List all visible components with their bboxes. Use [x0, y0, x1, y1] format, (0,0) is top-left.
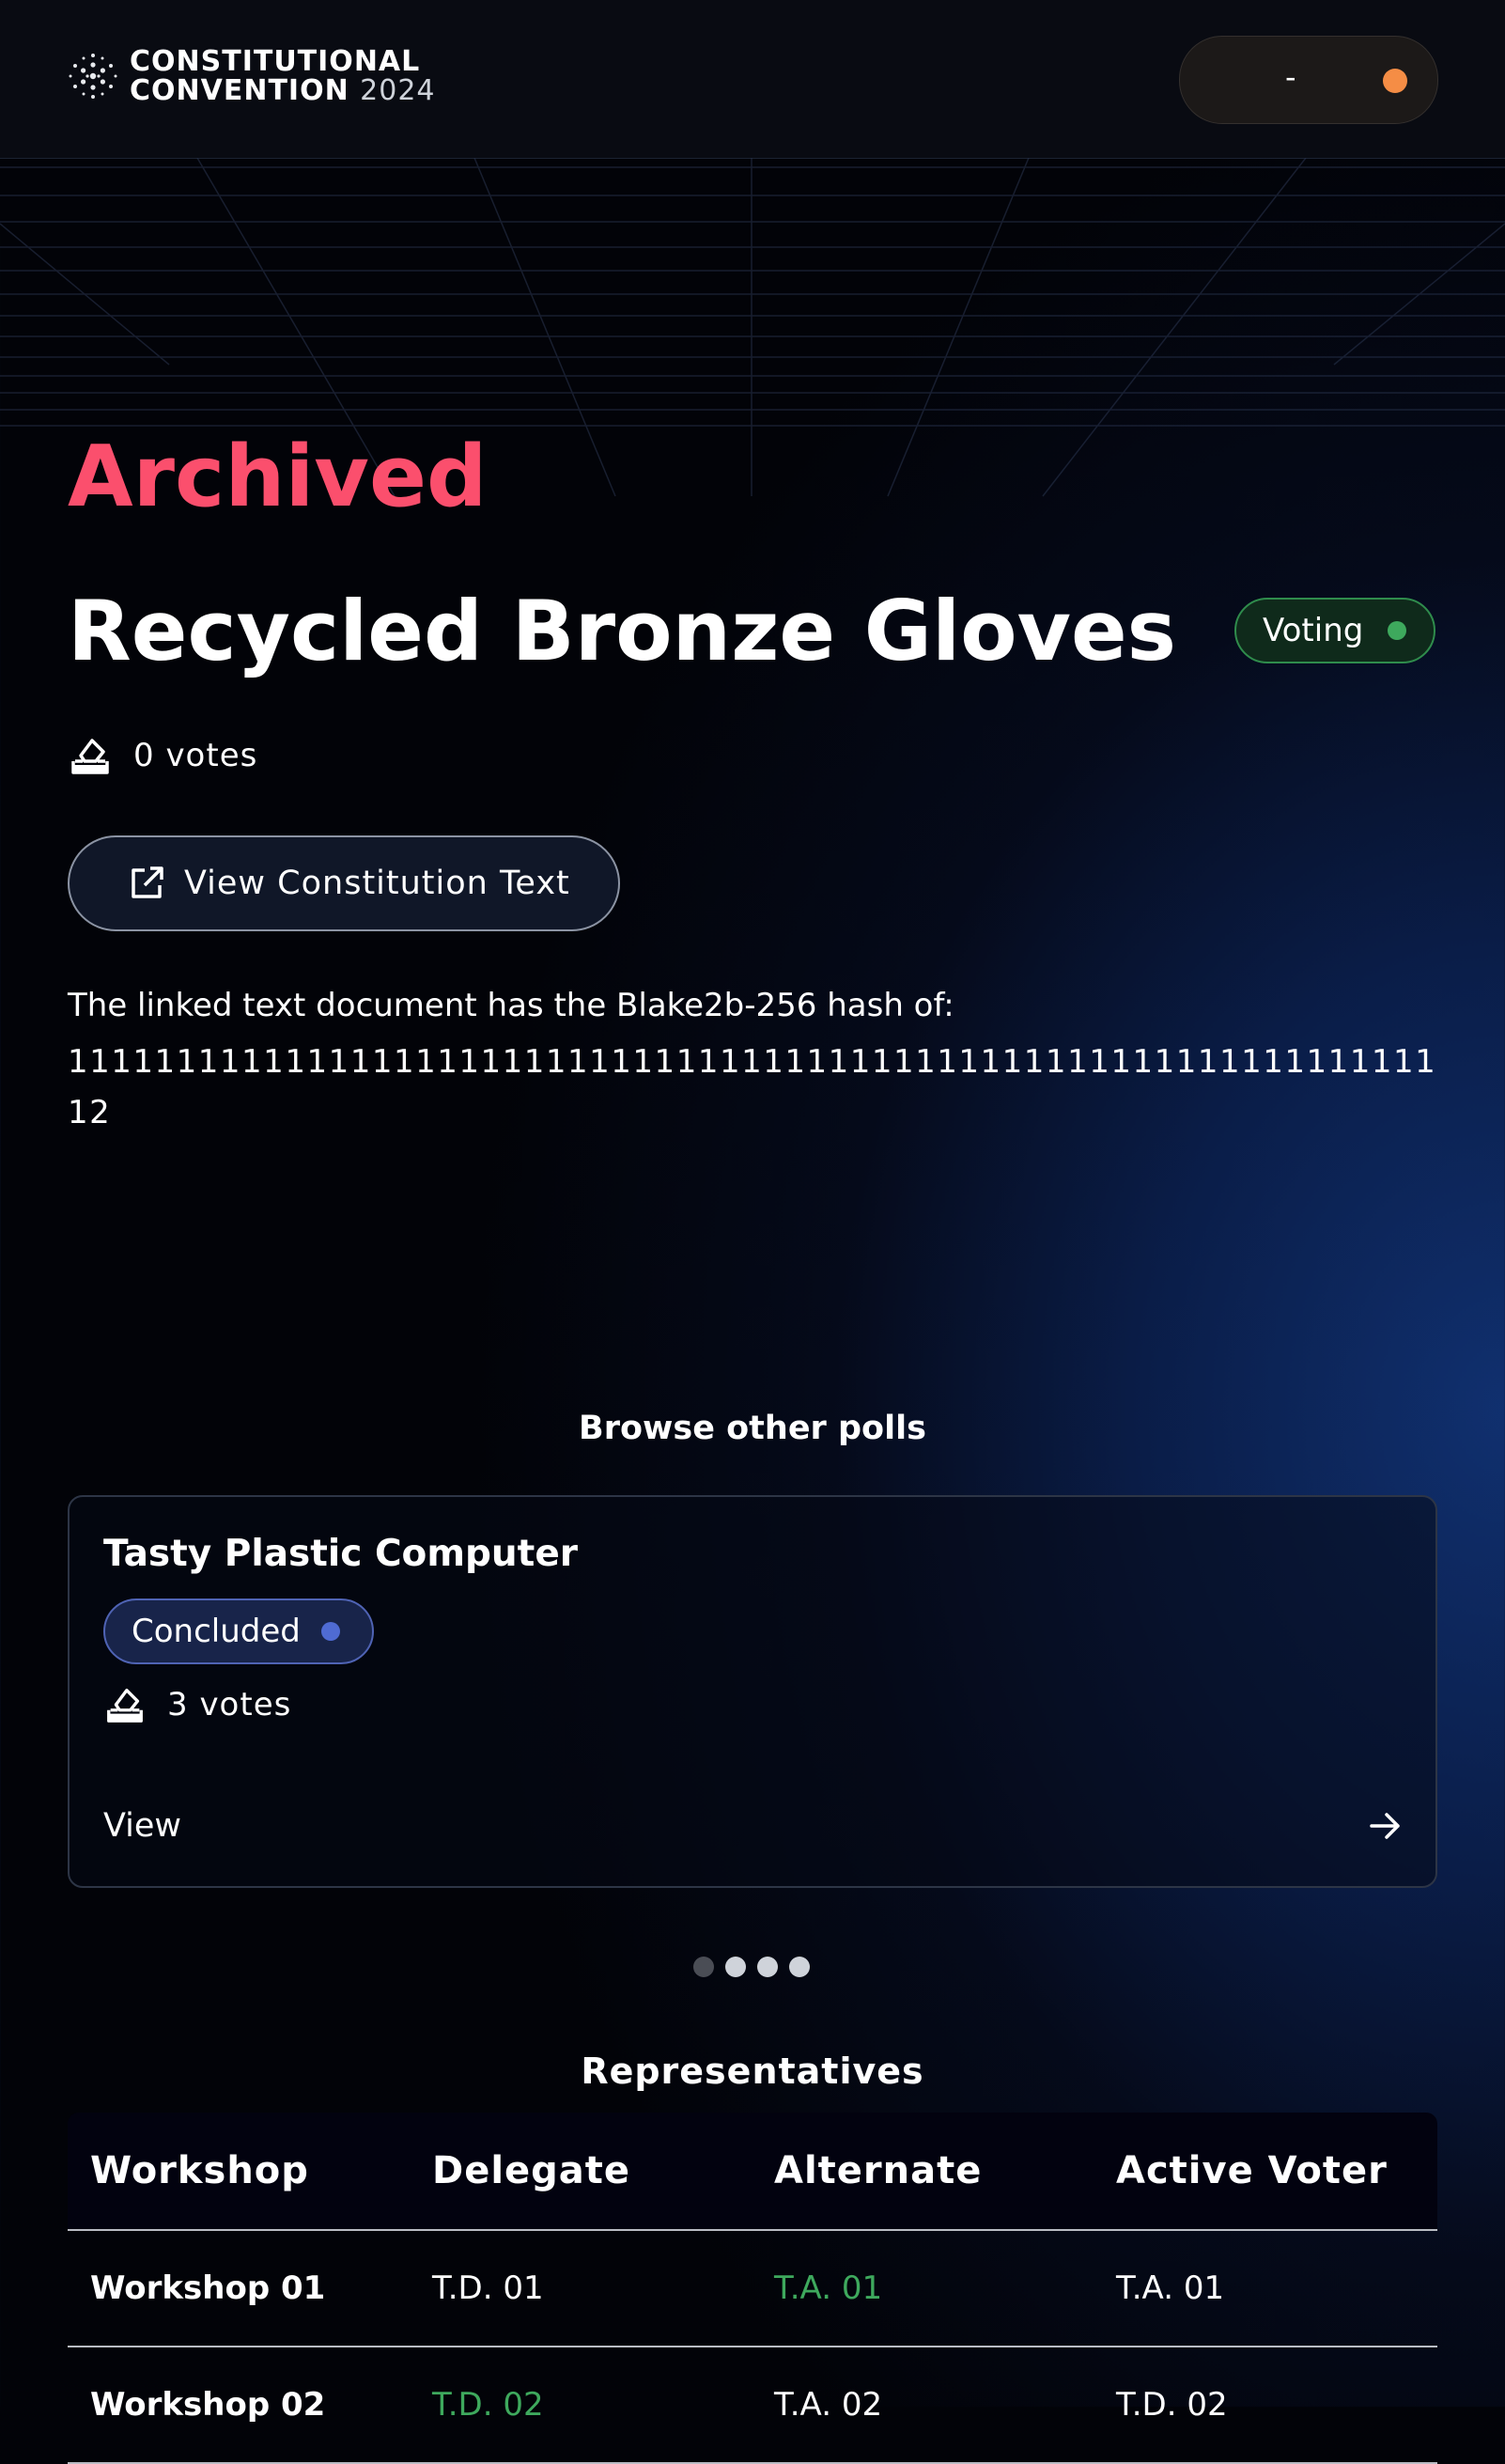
- view-constitution-label: View Constitution Text: [184, 865, 570, 902]
- representatives-heading: Representatives: [581, 2051, 924, 2092]
- site-header: CONSTITUTIONAL CONVENTION 2024 -: [0, 0, 1505, 159]
- vote-count-text: 0 votes: [133, 737, 258, 774]
- logo-text: CONSTITUTIONAL CONVENTION 2024: [130, 47, 436, 105]
- poll-card[interactable]: Tasty Plastic Computer Concluded 3 votes…: [68, 1495, 1437, 1888]
- carousel-dots: [693, 1957, 821, 1977]
- poll-card-votes-text: 3 votes: [167, 1686, 292, 1723]
- table-row: Workshop 02 T.D. 02 T.A. 02 T.D. 02: [68, 2347, 1437, 2464]
- ballot-icon: [107, 1688, 143, 1723]
- active-voter-cell: T.A. 01: [1116, 2269, 1225, 2307]
- column-header: Workshop: [90, 2149, 309, 2192]
- view-constitution-button[interactable]: View Constitution Text: [68, 835, 620, 931]
- poll-card-status-badge: Concluded: [103, 1598, 374, 1664]
- table-row: Workshop 01 T.D. 01 T.A. 01 T.A. 01: [68, 2231, 1437, 2347]
- column-header: Delegate: [432, 2149, 631, 2192]
- browse-heading: Browse other polls: [579, 1410, 926, 1447]
- logo-line-2: CONVENTION: [130, 74, 349, 107]
- alternate-cell: T.A. 02: [774, 2386, 883, 2424]
- wallet-address: -: [1285, 59, 1296, 95]
- poll-title: Recycled Bronze Gloves: [68, 583, 1177, 679]
- wallet-status-dot: [1383, 69, 1407, 93]
- logo-year: 2024: [360, 74, 436, 107]
- table-header: Workshop Delegate Alternate Active Voter: [68, 2113, 1437, 2231]
- carousel-dot-2[interactable]: [725, 1957, 746, 1977]
- delegate-cell: T.D. 02: [432, 2386, 544, 2424]
- poll-card-title: Tasty Plastic Computer: [103, 1533, 579, 1575]
- poll-card-view-link[interactable]: View: [103, 1807, 181, 1845]
- logo[interactable]: CONSTITUTIONAL CONVENTION 2024: [66, 47, 436, 105]
- delegate-cell: T.D. 01: [432, 2269, 544, 2307]
- status-dot: [1388, 621, 1407, 640]
- external-link-icon: [132, 866, 163, 898]
- hash-value: 1111111111111111111111111111111111111111…: [68, 1043, 1437, 1131]
- representatives-table: Workshop Delegate Alternate Active Voter…: [68, 2113, 1437, 2464]
- carousel-dot-3[interactable]: [757, 1957, 778, 1977]
- alternate-cell: T.A. 01: [774, 2269, 883, 2307]
- arrow-right-icon[interactable]: [1366, 1807, 1404, 1845]
- status-label: Voting: [1263, 612, 1364, 649]
- status-badge: Voting: [1234, 598, 1435, 663]
- vote-count: 0 votes: [68, 733, 257, 778]
- carousel-dot-1[interactable]: [693, 1957, 714, 1977]
- archived-label: Archived: [68, 428, 488, 526]
- workshop-cell: Workshop 02: [90, 2386, 326, 2424]
- hash-intro: The linked text document has the Blake2b…: [68, 987, 954, 1024]
- ballot-icon: [71, 739, 109, 774]
- column-header: Alternate: [774, 2149, 983, 2192]
- cardano-logo-icon: [69, 54, 117, 99]
- poll-card-status-label: Concluded: [132, 1613, 301, 1650]
- poll-card-votes: 3 votes: [103, 1683, 291, 1726]
- workshop-cell: Workshop 01: [90, 2269, 326, 2307]
- poll-card-status-dot: [320, 1622, 340, 1641]
- logo-line-1: CONSTITUTIONAL: [130, 45, 421, 78]
- active-voter-cell: T.D. 02: [1116, 2386, 1228, 2424]
- column-header: Active Voter: [1116, 2149, 1388, 2192]
- carousel-dot-4[interactable]: [789, 1957, 810, 1977]
- wallet-button[interactable]: -: [1179, 36, 1438, 124]
